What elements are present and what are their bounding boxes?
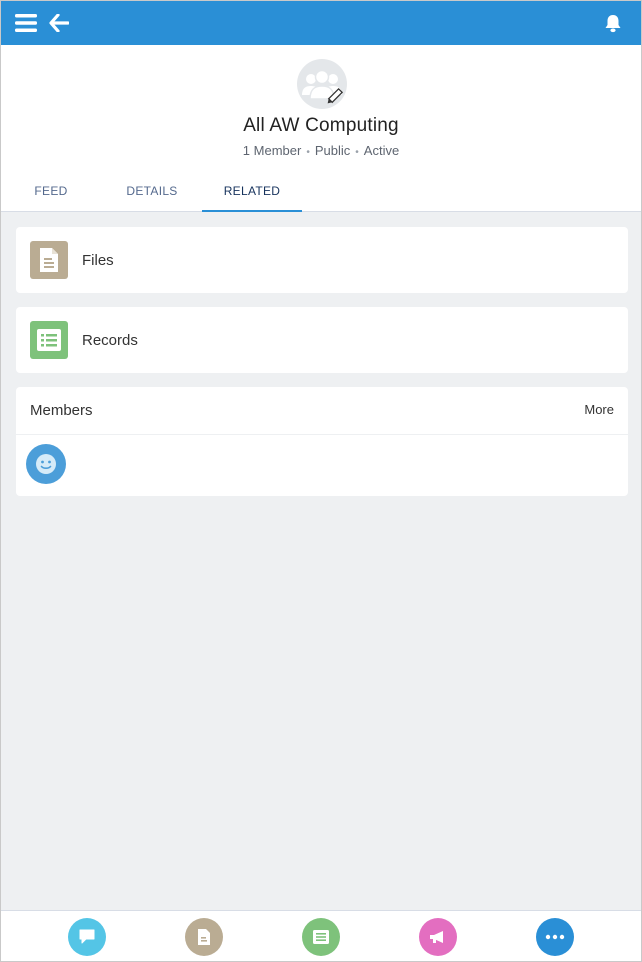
bell-icon[interactable] bbox=[593, 1, 633, 45]
member-count: 1 Member bbox=[242, 143, 302, 158]
more-link[interactable]: More bbox=[584, 402, 614, 417]
megaphone-icon[interactable] bbox=[419, 918, 457, 956]
group-icon[interactable] bbox=[297, 59, 347, 109]
group-meta: 1 Member • Public • Active bbox=[1, 143, 641, 158]
action-bar bbox=[1, 910, 641, 961]
user-avatar-icon[interactable] bbox=[26, 444, 66, 484]
files-card[interactable]: Files bbox=[16, 227, 628, 293]
records-card[interactable]: Records bbox=[16, 307, 628, 373]
tab-details[interactable]: DETAILS bbox=[102, 176, 202, 212]
document-icon bbox=[30, 241, 68, 279]
files-label: Files bbox=[82, 251, 114, 269]
records-row[interactable]: Records bbox=[16, 307, 628, 373]
more-dots-icon[interactable] bbox=[536, 918, 574, 956]
tab-related[interactable]: RELATED bbox=[202, 176, 302, 212]
members-title: Members bbox=[30, 402, 93, 419]
records-label: Records bbox=[82, 331, 138, 349]
back-arrow-icon[interactable] bbox=[39, 1, 79, 45]
visibility-label: Public bbox=[314, 143, 351, 158]
chat-bubble-icon[interactable] bbox=[68, 918, 106, 956]
list-record-icon bbox=[30, 321, 68, 359]
tab-bar: FEED DETAILS RELATED bbox=[1, 176, 641, 212]
members-card: Members More bbox=[16, 387, 628, 496]
files-row[interactable]: Files bbox=[16, 227, 628, 293]
file-icon[interactable] bbox=[185, 918, 223, 956]
status-label: Active bbox=[363, 143, 400, 158]
separator-dot: • bbox=[306, 147, 310, 158]
members-header: Members More bbox=[16, 387, 628, 435]
separator-dot: • bbox=[355, 147, 359, 158]
app-frame: All AW Computing 1 Member • Public • Active … bbox=[0, 0, 642, 962]
page-title: All AW Computing bbox=[243, 115, 399, 136]
group-header: All AW Computing 1 Member • Public • Active … bbox=[1, 45, 641, 212]
tab-feed[interactable]: FEED bbox=[1, 176, 101, 212]
top-nav-bar bbox=[1, 1, 641, 45]
record-icon[interactable] bbox=[302, 918, 340, 956]
